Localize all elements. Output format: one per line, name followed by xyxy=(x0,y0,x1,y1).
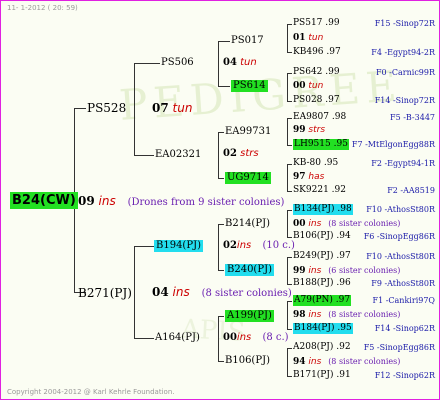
gen4-queen-kb496[interactable]: KB496 .97 xyxy=(293,47,341,58)
root-queen[interactable]: B24(CW) xyxy=(10,192,78,209)
gen1-drone-info-b271: 04 ins (8 sister colonies) xyxy=(152,285,292,299)
gen4-line-b249: F10 -AthosSt80R xyxy=(366,252,435,261)
gen4-line-b134: F10 -AthosSt80R xyxy=(366,205,435,214)
gen4-queen-ps028[interactable]: PS028 .97 xyxy=(293,95,340,106)
gen4-line-sk9221: F2 -AA8519 xyxy=(387,186,435,195)
gen3-queen-ps614[interactable]: PS614 xyxy=(231,80,268,92)
gen4-queen-b249[interactable]: B249(PJ) .97 xyxy=(293,251,351,262)
gen4-queen-ps642[interactable]: PS642 .99 xyxy=(293,67,340,78)
gen4-line-b188: F9 -AthosSt80R xyxy=(371,279,435,288)
gen1-queen-ps528[interactable]: PS528 xyxy=(87,101,126,115)
watermark: PEDIGREE xyxy=(117,61,405,130)
gen4-queen-lh9515[interactable]: LH9515 .95 xyxy=(293,139,349,150)
gen3-drone-info-b194: 02ins (10 c.) xyxy=(223,240,295,251)
gen4-line-ea9807: F5 -B-3447 xyxy=(390,113,435,122)
gen4-line-a79: F1 -Cankiri97Q xyxy=(372,296,435,305)
gen4-queen-kb80[interactable]: KB-80 .95 xyxy=(293,158,338,169)
gen2-queen-ea02321[interactable]: EA02321 xyxy=(155,149,201,161)
gen4-queen-a79[interactable]: A79(PN) .97 xyxy=(293,295,352,306)
gen2-queen-ps506[interactable]: PS506 xyxy=(161,57,194,69)
gen4-drone-info-ps017: 01 tun xyxy=(293,33,324,43)
copyright: Copyright 2004-2012 @ Karl Kehrle Founda… xyxy=(7,388,175,396)
gen4-queen-b134[interactable]: B134(PJ) .98 xyxy=(293,204,353,215)
gen4-line-b106-94: F6 -SinopEgg86R xyxy=(363,232,435,241)
gen3-queen-ps017[interactable]: PS017 xyxy=(231,35,264,47)
gen4-line-b184: F14 -Sinop62R xyxy=(374,324,435,333)
gen4-drone-info-b214: 00 ins (8 sister colonies) xyxy=(293,219,401,229)
gen4-drone-info-a199: 98 ins (8 sister colonies) xyxy=(293,310,401,320)
root-drone-info: 09 ins (Drones from 9 sister colonies) xyxy=(78,194,285,208)
gen4-queen-b171[interactable]: B171(PJ) .91 xyxy=(293,370,351,381)
gen4-line-a208: F5 -SinopEgg86R xyxy=(363,343,435,352)
timestamp: 11- 1-2012 ( 20: 59) xyxy=(7,4,78,12)
gen3-queen-b240[interactable]: B240(PJ) xyxy=(225,264,274,276)
gen2-drone-info-ps528: 07 tun xyxy=(152,101,193,115)
gen4-drone-info-ug9714: 97 has xyxy=(293,172,325,182)
gen4-line-ps028: F14 -Sinop72R xyxy=(374,96,435,105)
gen4-queen-b106-94[interactable]: B106(PJ) .94 xyxy=(293,231,351,242)
gen4-queen-ps517[interactable]: PS517 .99 xyxy=(293,18,340,29)
gen3-drone-info-ps506: 04 tun xyxy=(223,57,257,68)
gen3-queen-ea99731[interactable]: EA99731 xyxy=(225,126,271,138)
gen4-line-lh9515: F7 -MtElgonEgg88R xyxy=(351,140,435,149)
gen4-queen-a208[interactable]: A208(PJ) .92 xyxy=(293,342,351,353)
gen3-queen-ug9714[interactable]: UG9714 xyxy=(225,172,271,184)
gen2-queen-b194[interactable]: B194(PJ) xyxy=(154,240,203,252)
gen4-queen-b184[interactable]: B184(PJ) .95 xyxy=(293,323,353,334)
gen3-drone-info-a164: 00ins (8 c.) xyxy=(223,332,289,343)
gen4-line-kb496: F4 -Egypt94-2R xyxy=(371,48,435,57)
gen4-queen-sk9221[interactable]: SK9221 .92 xyxy=(293,185,346,196)
gen1-queen-b271[interactable]: B271(PJ) xyxy=(78,286,132,300)
gen4-drone-info-ea99731: 99 strs xyxy=(293,125,326,135)
gen4-queen-b188[interactable]: B188(PJ) .96 xyxy=(293,278,351,289)
gen4-line-ps517: F15 -Sinop72R xyxy=(374,19,435,28)
gen4-queen-ea9807[interactable]: EA9807 .98 xyxy=(293,112,346,123)
pedigree-frame: 11- 1-2012 ( 20: 59) PEDIGREE APIS B24(C… xyxy=(0,0,440,400)
gen3-queen-b106[interactable]: B106(PJ) xyxy=(225,355,270,367)
gen2-queen-a164[interactable]: A164(PJ) xyxy=(155,332,200,344)
gen4-drone-info-ps614: 00 tun xyxy=(293,81,324,91)
gen4-line-kb80: F2 -Egypt94-1R xyxy=(371,159,435,168)
gen4-drone-info-b106: 94 ins (8 sister colonies) xyxy=(293,357,401,367)
gen3-drone-info-ea02321: 02 strs xyxy=(223,148,259,159)
gen4-drone-info-b240: 99 ins (6 sister colonies) xyxy=(293,266,401,276)
gen3-queen-a199[interactable]: A199(PJ) xyxy=(225,310,274,322)
gen4-line-b171: F12 -Sinop62R xyxy=(374,371,435,380)
gen4-line-ps642: F0 -Carnic99R xyxy=(376,68,435,77)
gen3-queen-b214[interactable]: B214(PJ) xyxy=(225,218,270,230)
